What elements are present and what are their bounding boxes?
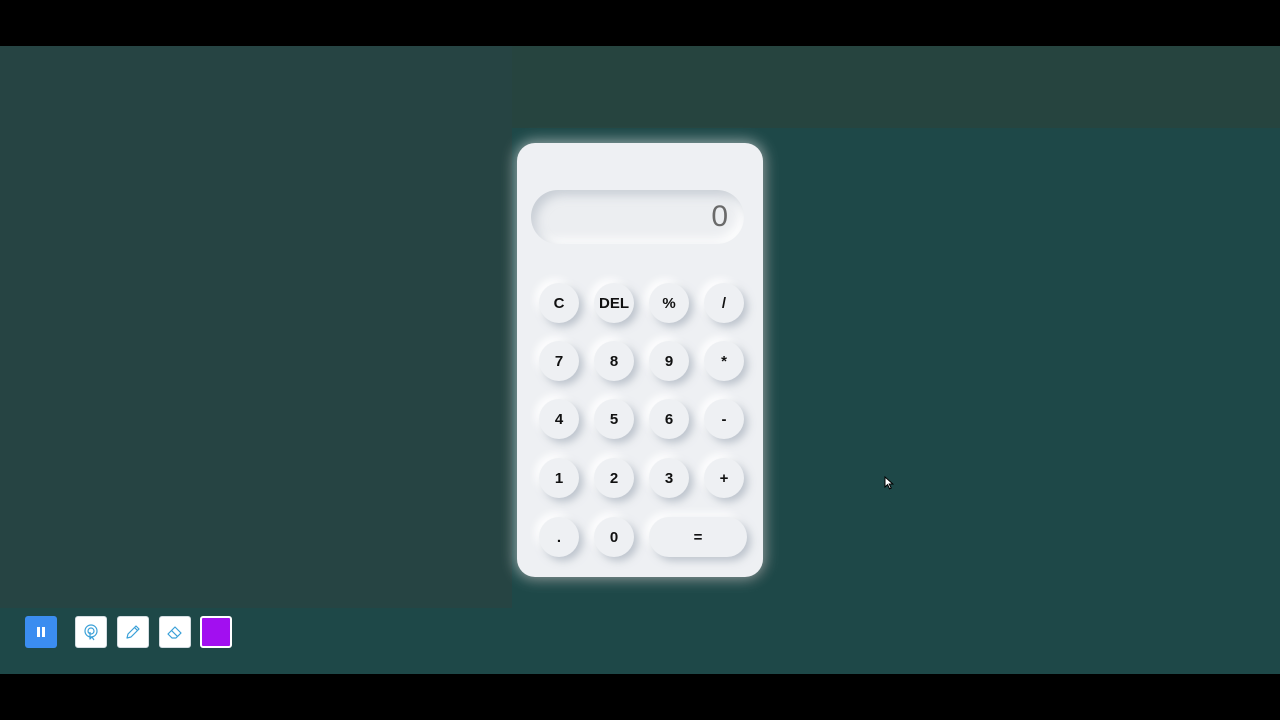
clear-button[interactable]: C [539,283,579,323]
digit-8-button[interactable]: 8 [594,341,634,381]
add-button[interactable]: + [704,458,744,498]
pause-icon [37,627,45,637]
equals-button[interactable]: = [649,517,747,557]
digit-0-button[interactable]: 0 [594,517,634,557]
digit-1-button[interactable]: 1 [539,458,579,498]
decimal-button[interactable]: . [539,517,579,557]
divide-button[interactable]: / [704,283,744,323]
mouse-cursor-icon [884,476,895,490]
percent-button[interactable]: % [649,283,689,323]
digit-6-button[interactable]: 6 [649,399,689,439]
laser-pointer-icon [84,624,98,641]
app-background: 0 C DEL % / 7 8 9 * 4 5 6 - 1 2 3 + . 0 … [0,46,1280,674]
color-swatch-button[interactable] [200,616,232,648]
pause-button[interactable] [25,616,57,648]
digit-3-button[interactable]: 3 [649,458,689,498]
delete-button[interactable]: DEL [594,283,634,323]
pen-icon [126,625,140,639]
digit-9-button[interactable]: 9 [649,341,689,381]
digit-7-button[interactable]: 7 [539,341,579,381]
digit-5-button[interactable]: 5 [594,399,634,439]
laser-pointer-button[interactable] [75,616,107,648]
pen-button[interactable] [117,616,149,648]
eraser-button[interactable] [159,616,191,648]
eraser-icon [167,626,182,639]
subtract-button[interactable]: - [704,399,744,439]
background-panel-left [0,46,512,608]
background-panel-top [512,46,1280,128]
calculator: 0 C DEL % / 7 8 9 * 4 5 6 - 1 2 3 + . 0 … [517,143,763,577]
digit-2-button[interactable]: 2 [594,458,634,498]
digit-4-button[interactable]: 4 [539,399,579,439]
calculator-display: 0 [531,190,744,244]
multiply-button[interactable]: * [704,341,744,381]
